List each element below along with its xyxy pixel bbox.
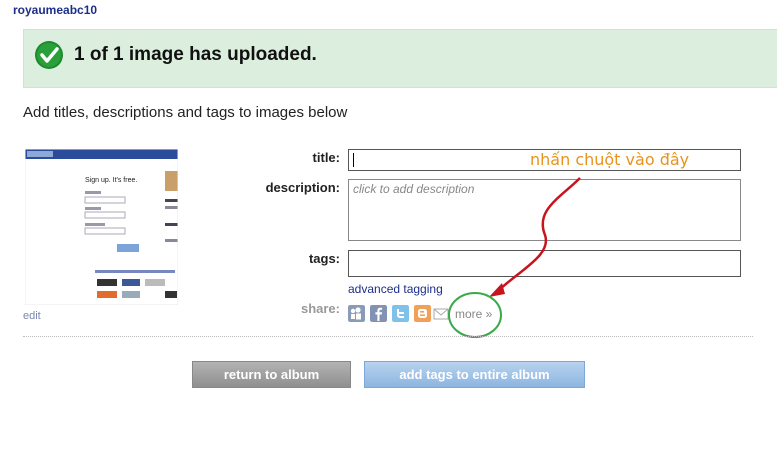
description-label: description:: [265, 180, 340, 195]
text-caret: [353, 153, 354, 167]
email-icon[interactable]: [433, 305, 449, 322]
description-textarea[interactable]: click to add description: [348, 179, 741, 241]
twitter-icon[interactable]: [392, 305, 409, 322]
add-tags-to-album-button[interactable]: add tags to entire album: [364, 361, 585, 388]
annotation-text: nhấn chuột vào đây: [530, 150, 690, 169]
image-thumbnail[interactable]: Sign up. It's free.: [25, 149, 178, 305]
upload-success-banner: 1 of 1 image has uploaded.: [23, 29, 777, 88]
annotation-arrowhead: [489, 283, 505, 297]
more-share-link[interactable]: more »: [455, 307, 492, 321]
blogger-icon[interactable]: [414, 305, 431, 322]
tags-label: tags:: [308, 251, 340, 266]
share-label: share:: [300, 301, 340, 316]
advanced-tagging-link[interactable]: advanced tagging: [348, 282, 443, 296]
tags-input[interactable]: [348, 250, 741, 277]
title-label: title:: [312, 150, 340, 165]
page-instructions: Add titles, descriptions and tags to ima…: [23, 104, 348, 121]
facebook-icon[interactable]: [370, 305, 387, 322]
upload-status-text: 1 of 1 image has uploaded.: [74, 44, 317, 65]
return-to-album-button[interactable]: return to album: [192, 361, 351, 388]
username-link[interactable]: royaumeabc10: [13, 3, 97, 17]
thumbnail-headline: Sign up. It's free.: [85, 177, 137, 184]
section-divider: [23, 336, 753, 337]
edit-image-link[interactable]: edit: [23, 310, 41, 322]
checkmark-icon: [35, 41, 63, 69]
myspace-icon[interactable]: [348, 305, 365, 322]
description-placeholder: click to add description: [353, 182, 475, 196]
